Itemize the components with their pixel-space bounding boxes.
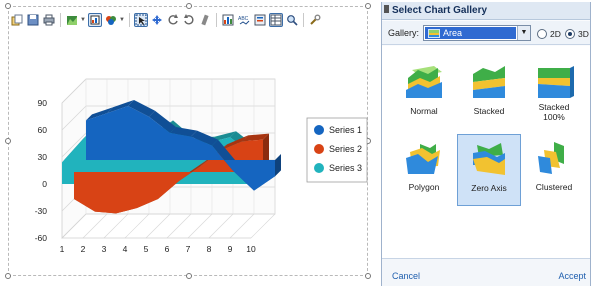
gallery-dropdown[interactable]: Area ▼ [423, 25, 531, 41]
gallery-item-label: Zero Axis [471, 183, 507, 193]
gridline [145, 213, 171, 239]
x-tick-label: 6 [165, 244, 170, 254]
gridline [250, 213, 276, 239]
area-chart-icon [428, 29, 440, 38]
accept-button[interactable]: Accept [558, 271, 586, 281]
legend-marker [314, 144, 324, 154]
gallery-selector-bar: Gallery: Area ▼ 2D 3D [382, 21, 590, 45]
gridline [187, 213, 213, 239]
radio-3d[interactable] [565, 29, 575, 39]
area-side-face [275, 154, 281, 177]
gallery-item-zero-axis[interactable]: Zero Axis [457, 134, 521, 206]
area-chart[interactable]: 90 60 30 0 -30 -60 1 2 3 4 5 6 7 8 9 10 Series 1 Series … [0, 0, 380, 286]
chevron-down-icon[interactable]: ▼ [517, 26, 530, 40]
radio-3d-label: 3D [578, 29, 589, 39]
gridline [124, 213, 150, 239]
gridline [229, 213, 255, 239]
y-tick-label: 60 [38, 125, 48, 135]
y-tick-label: -30 [35, 206, 48, 216]
gallery-title: Select Chart Gallery [382, 2, 590, 20]
legend-label: Series 3 [329, 163, 362, 173]
x-tick-label: 7 [186, 244, 191, 254]
x-tick-label: 2 [81, 244, 86, 254]
area-normal-icon [406, 66, 442, 98]
gallery-footer: Cancel Accept [382, 258, 590, 286]
legend-marker [314, 125, 324, 135]
area-zero-axis-icon [473, 143, 505, 175]
gallery-item-label: Polygon [408, 182, 440, 192]
gallery-label: Gallery: [388, 28, 420, 38]
x-tick-label: 4 [123, 244, 128, 254]
radio-2d-label: 2D [550, 29, 561, 39]
area-polygon-icon [406, 144, 440, 174]
gallery-grid: Normal Stacked Stacked 100% Polygon Zero… [382, 46, 590, 258]
gallery-item-clustered[interactable]: Clustered [522, 134, 586, 206]
x-tick-label: 10 [246, 244, 256, 254]
x-tick-label: 8 [207, 244, 212, 254]
cancel-button[interactable]: Cancel [392, 271, 420, 281]
area-stacked-100-icon [538, 66, 574, 98]
radio-2d[interactable] [537, 29, 547, 39]
x-tick-label: 1 [60, 244, 65, 254]
legend-label: Series 2 [329, 144, 362, 154]
area-stacked-icon [473, 66, 505, 98]
y-tick-label: 90 [38, 98, 48, 108]
gallery-item-label: Stacked [473, 106, 505, 116]
gallery-item-stacked[interactable]: Stacked [457, 58, 521, 130]
gallery-item-normal[interactable]: Normal [392, 58, 456, 130]
y-tick-label: 30 [38, 152, 48, 162]
gridline [82, 213, 108, 239]
area-clustered-icon [538, 142, 564, 174]
pin-icon[interactable] [384, 5, 389, 13]
gallery-item-polygon[interactable]: Polygon [392, 134, 456, 206]
y-tick-label: 0 [42, 179, 47, 189]
gridline [208, 213, 234, 239]
gallery-item-label: Stacked 100% [538, 102, 570, 122]
x-tick-label: 5 [144, 244, 149, 254]
gallery-item-stacked-100[interactable]: Stacked 100% [522, 58, 586, 130]
legend-marker [314, 163, 324, 173]
gridline [103, 213, 129, 239]
chart-gallery-panel: Select Chart Gallery Gallery: Area ▼ 2D … [381, 2, 591, 286]
legend-label: Series 1 [329, 125, 362, 135]
y-tick-label: -60 [35, 233, 48, 243]
x-tick-label: 3 [102, 244, 107, 254]
gridline [166, 213, 192, 239]
gallery-item-label: Clustered [535, 182, 573, 192]
gallery-item-label: Normal [410, 106, 438, 116]
x-tick-label: 9 [228, 244, 233, 254]
gallery-selected-value: Area [425, 27, 516, 39]
